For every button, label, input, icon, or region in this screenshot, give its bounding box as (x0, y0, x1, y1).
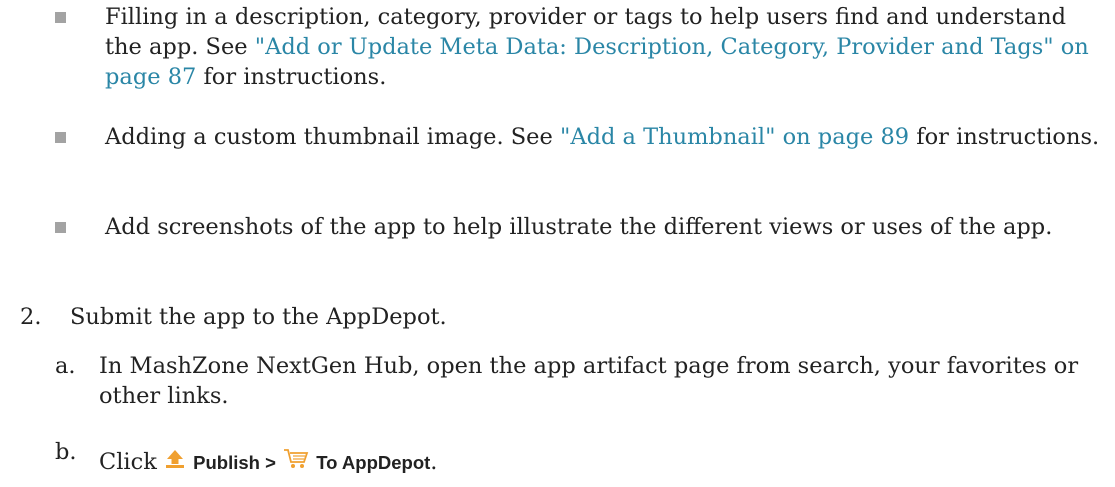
list-item-text: Adding a custom thumbnail image. See (105, 124, 560, 150)
list-item: Filling in a description, category, prov… (55, 2, 1105, 92)
publish-menu-label: Publish > (193, 452, 276, 473)
click-text: Click (99, 449, 157, 475)
shopping-cart-icon (283, 447, 309, 479)
step-text: Submit the app to the AppDepot. (70, 304, 447, 330)
list-item: Add screenshots of the app to help illus… (55, 212, 1105, 242)
upload-arrow-icon (164, 448, 186, 478)
document-page: Filling in a description, category, prov… (0, 0, 1115, 487)
square-bullet-icon (55, 132, 66, 143)
substep-letter: a. (55, 353, 76, 379)
to-appdepot-menu-label: To AppDepot (316, 452, 431, 473)
list-item-text: for instructions. (196, 64, 387, 90)
cross-reference-link[interactable]: "Add a Thumbnail" on page 89 (560, 124, 909, 150)
substep-text: In MashZone NextGen Hub, open the app ar… (99, 353, 1079, 409)
square-bullet-icon (55, 12, 66, 23)
substep-b: b. Click Publish > To AppDepot. (55, 439, 1095, 479)
list-item-text: Add screenshots of the app to help illus… (105, 214, 1053, 240)
square-bullet-icon (55, 222, 66, 233)
step-number: 2. (20, 304, 42, 330)
list-item-text: for instructions. (909, 124, 1100, 150)
substep-letter: b. (55, 439, 77, 465)
substep-text: Click Publish > To AppDepot. (99, 447, 1089, 479)
list-item: Adding a custom thumbnail image. See "Ad… (55, 122, 1105, 152)
period-text: . (430, 449, 438, 475)
